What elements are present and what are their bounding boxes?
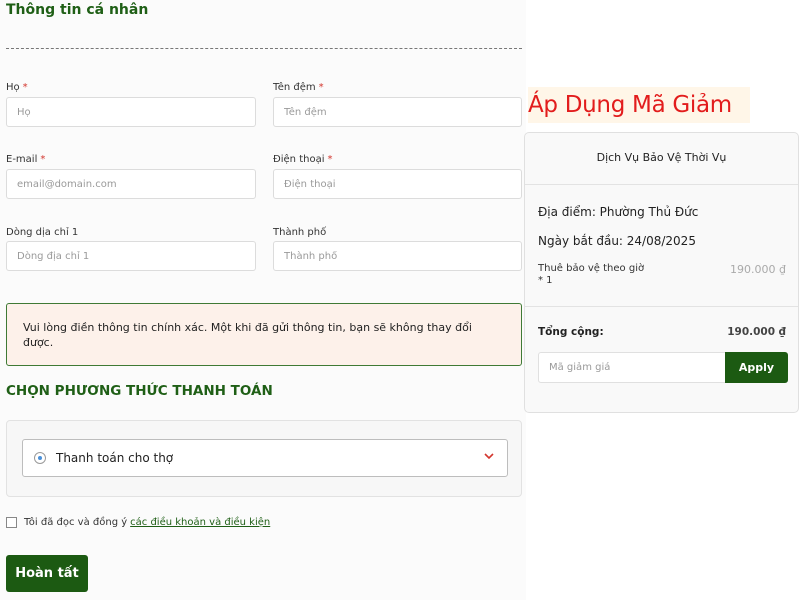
total-label: Tổng cộng: bbox=[538, 326, 604, 338]
summary-divider bbox=[525, 306, 798, 307]
section-divider bbox=[6, 48, 522, 49]
last-name-label: Họ * bbox=[6, 82, 28, 93]
location-line: Địa điểm: Phường Thủ Đức bbox=[538, 205, 699, 219]
start-date-line: Ngày bắt đầu: 24/08/2025 bbox=[538, 234, 696, 248]
line-item-qty: * 1 bbox=[538, 275, 553, 286]
city-input[interactable] bbox=[273, 241, 522, 271]
complete-button[interactable]: Hoàn tất bbox=[6, 555, 88, 592]
apply-coupon-button[interactable]: Apply bbox=[725, 352, 788, 383]
payment-method-label: Thanh toán cho thợ bbox=[56, 451, 174, 465]
coupon-input[interactable] bbox=[538, 352, 726, 383]
email-label: E-mail * bbox=[6, 154, 45, 165]
middle-name-label: Tên đệm * bbox=[273, 82, 324, 93]
required-marker: * bbox=[40, 154, 46, 165]
line-item-name: Thuê bảo vệ theo giờ bbox=[538, 263, 645, 274]
promo-banner: Áp Dụng Mã Giảm bbox=[528, 87, 750, 123]
address-label-text: Dòng dịa chỉ 1 bbox=[6, 227, 79, 238]
city-label: Thành phố bbox=[273, 227, 326, 238]
radio-selected-icon[interactable] bbox=[34, 452, 46, 464]
terms-link[interactable]: các điều khoản và điều kiện bbox=[130, 517, 270, 528]
checkout-form-panel: Thông tin cá nhân Họ* Tên đệm* E-mail* Đ… bbox=[0, 0, 526, 600]
personal-info-title: Thông tin cá nhân bbox=[6, 2, 149, 18]
notice-text: Vui lòng điền thông tin chính xác. Một k… bbox=[23, 321, 472, 349]
middle-name-label-text: Tên đệm bbox=[273, 82, 316, 93]
address-input[interactable] bbox=[6, 241, 256, 271]
required-marker: * bbox=[22, 82, 28, 93]
phone-input[interactable] bbox=[273, 169, 522, 199]
line-item-price: 190.000 ₫ bbox=[730, 263, 786, 276]
terms-text: Tôi đã đọc và đồng ý bbox=[24, 516, 128, 528]
chevron-down-icon[interactable] bbox=[483, 450, 495, 462]
last-name-input[interactable] bbox=[6, 97, 256, 127]
order-summary-card: Dịch Vụ Bảo Vệ Thời Vụ Địa điểm: Phường … bbox=[524, 132, 799, 413]
email-input[interactable] bbox=[6, 169, 256, 199]
line-item: Thuê bảo vệ theo giờ * 1 bbox=[538, 263, 668, 287]
phone-label-text: Điện thoại bbox=[273, 154, 325, 165]
terms-row: Tôi đã đọc và đồng ý các điều khoản và đ… bbox=[6, 515, 270, 529]
terms-checkbox[interactable] bbox=[6, 516, 17, 528]
email-label-text: E-mail bbox=[6, 154, 38, 165]
info-notice: Vui lòng điền thông tin chính xác. Một k… bbox=[6, 303, 522, 366]
total-value: 190.000 ₫ bbox=[727, 326, 786, 338]
payment-method-box: Thanh toán cho thợ bbox=[6, 420, 522, 497]
payment-method-select[interactable]: Thanh toán cho thợ bbox=[22, 439, 508, 477]
phone-label: Điện thoại * bbox=[273, 154, 332, 165]
payment-method-title: CHỌN PHƯƠNG THỨC THANH TOÁN bbox=[6, 383, 273, 399]
middle-name-input[interactable] bbox=[273, 97, 522, 127]
city-label-text: Thành phố bbox=[273, 227, 327, 238]
required-marker: * bbox=[318, 82, 324, 93]
address-label: Dòng dịa chỉ 1 bbox=[6, 227, 78, 238]
service-title: Dịch Vụ Bảo Vệ Thời Vụ bbox=[525, 133, 798, 185]
required-marker: * bbox=[327, 154, 333, 165]
last-name-label-text: Họ bbox=[6, 82, 20, 93]
